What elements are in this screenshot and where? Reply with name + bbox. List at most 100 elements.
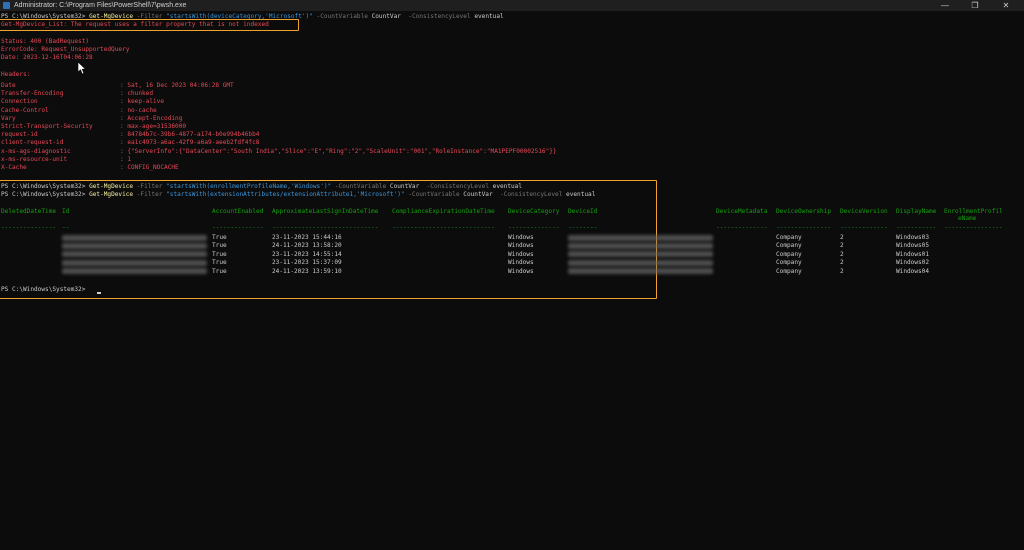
- table-cell-ownership: Company: [776, 267, 802, 275]
- error-message: Get-MgDevice_List: The request uses a fi…: [1, 21, 269, 28]
- col-header-displayname: DisplayName: [896, 208, 937, 215]
- redacted-value: [62, 259, 207, 266]
- header-value: : 1: [120, 155, 132, 163]
- header-key: Date: [1, 82, 16, 89]
- window-title: Administrator: C:\Program Files\PowerShe…: [14, 2, 187, 9]
- table-cell-version: 2: [840, 242, 844, 250]
- separator: --------------: [508, 224, 560, 231]
- header-value: : ea1c4973-a6ac-42f9-a6a9-aeeb2fdf4fc8: [120, 139, 260, 147]
- command-line-2: PS C:\Windows\System32> Get-MgDevice -Fi…: [1, 183, 523, 190]
- col-header-enrollmentprofile-wrap: eName: [958, 215, 977, 222]
- redacted-value: [62, 242, 207, 249]
- table-cell-signin: 23-11-2023 15:37:09: [272, 259, 342, 267]
- col-header-deviceownership: DeviceOwnership: [776, 208, 832, 215]
- col-header-id: Id: [62, 208, 70, 215]
- separator: ---------------: [776, 224, 832, 231]
- table-cell-category: Windows: [508, 267, 534, 275]
- table-cell-enabled: True: [212, 267, 227, 275]
- col-header-enrollmentprofile: EnrollmentProfil: [944, 208, 1003, 215]
- col-header-deleteddatetime: DeletedDateTime: [1, 208, 57, 215]
- col-header-lastsignin: ApproximateLastSignInDateTime: [272, 208, 379, 215]
- table-cell-signin: 23-11-2023 15:44:16: [272, 234, 342, 241]
- table-cell-name: Windows04: [896, 267, 930, 275]
- separator: --: [62, 224, 70, 231]
- col-header-deviceversion: DeviceVersion: [840, 208, 888, 215]
- header-value: : {"ServerInfo":{"DataCenter":"South Ind…: [120, 147, 557, 155]
- header-key: Strict-Transport-Security: [1, 123, 93, 130]
- header-key: Transfer-Encoding: [1, 90, 64, 98]
- table-cell-enabled: True: [212, 234, 227, 241]
- table-cell-signin: 24-11-2023 13:59:10: [272, 267, 342, 275]
- separator: ----------------: [944, 224, 1003, 231]
- table-cell-enabled: True: [212, 250, 227, 258]
- table-cell-version: 2: [840, 234, 844, 241]
- redacted-value: [568, 251, 713, 258]
- table-cell-signin: 24-11-2023 13:58:20: [272, 242, 342, 250]
- error-code: ErrorCode: Request_UnsupportedQuery: [1, 46, 130, 53]
- header-key: Cache-Control: [1, 106, 49, 114]
- redacted-value: [62, 268, 207, 275]
- maximize-button[interactable]: ❐: [960, 0, 990, 11]
- table-cell-signin: 23-11-2023 14:55:14: [272, 250, 342, 258]
- text-cursor: [97, 292, 101, 294]
- table-cell-name: Windows02: [896, 259, 930, 267]
- redacted-value: [568, 242, 713, 249]
- header-value: : no-cache: [120, 106, 157, 114]
- table-cell-ownership: Company: [776, 250, 802, 258]
- table-cell-category: Windows: [508, 242, 534, 250]
- table-cell-enabled: True: [212, 242, 227, 250]
- header-key: Vary: [1, 114, 16, 122]
- table-cell-category: Windows: [508, 234, 534, 241]
- separator: --------: [568, 224, 598, 231]
- header-key: request-id: [1, 131, 38, 139]
- col-header-deviceid: DeviceId: [568, 208, 598, 215]
- table-cell-version: 2: [840, 250, 844, 258]
- powershell-icon: [3, 2, 10, 9]
- header-key: client-request-id: [1, 139, 64, 147]
- command-line-3: PS C:\Windows\System32> Get-MgDevice -Fi…: [1, 191, 596, 198]
- redacted-value: [568, 259, 713, 266]
- minimize-button[interactable]: —: [930, 0, 960, 11]
- separator: -------------: [840, 224, 888, 231]
- header-key: Connection: [1, 98, 38, 106]
- header-value: : CONFIG_NOCACHE: [120, 164, 179, 171]
- table-cell-category: Windows: [508, 259, 534, 267]
- redacted-value: [62, 251, 207, 258]
- col-header-devicemetadata: DeviceMetadata: [716, 208, 768, 215]
- final-prompt[interactable]: PS C:\Windows\System32>: [1, 286, 89, 293]
- title-bar[interactable]: Administrator: C:\Program Files\PowerShe…: [0, 0, 1024, 11]
- table-cell-version: 2: [840, 259, 844, 267]
- header-value: : chunked: [120, 90, 154, 98]
- table-cell-name: Windows03: [896, 234, 930, 241]
- table-cell-ownership: Company: [776, 259, 802, 267]
- header-key: x-ms-resource-unit: [1, 155, 68, 163]
- col-header-complianceexpiration: ComplianceExpirationDateTime: [392, 208, 495, 215]
- headers-title: Headers:: [1, 71, 31, 78]
- table-cell-enabled: True: [212, 259, 227, 267]
- col-header-accountenabled: AccountEnabled: [212, 208, 264, 215]
- console-output[interactable]: PS C:\Windows\System32> Get-MgDevice -Fi…: [0, 11, 1024, 550]
- mouse-pointer-icon: [78, 62, 87, 75]
- separator: -----------------------------: [272, 224, 379, 231]
- redacted-value: [568, 234, 713, 241]
- error-status: Status: 400 (BadRequest): [1, 38, 90, 45]
- header-value: : Sat, 16 Dec 2023 04:06:28 GMT: [120, 82, 234, 89]
- header-value: : Accept-Encoding: [120, 114, 183, 122]
- col-header-devicecategory: DeviceCategory: [508, 208, 560, 215]
- error-date: Date: 2023-12-16T04:06:28: [1, 54, 93, 61]
- header-value: : max-age=31536000: [120, 123, 187, 130]
- header-key: x-ms-ags-diagnostic: [1, 147, 71, 155]
- header-value: : keep-alive: [120, 98, 165, 106]
- table-cell-ownership: Company: [776, 242, 802, 250]
- separator: -----------: [896, 224, 937, 231]
- table-cell-category: Windows: [508, 250, 534, 258]
- header-value: : 84784b7c-39b6-4877-a174-b0e994b46bb4: [120, 131, 260, 139]
- separator: ----------------------------: [392, 224, 495, 231]
- header-key: X-Cache: [1, 164, 27, 171]
- separator: --------------: [212, 224, 264, 231]
- separator: --------------: [716, 224, 768, 231]
- table-cell-name: Windows05: [896, 242, 930, 250]
- close-button[interactable]: ✕: [991, 0, 1021, 11]
- table-cell-ownership: Company: [776, 234, 802, 241]
- separator: ---------------: [1, 224, 57, 231]
